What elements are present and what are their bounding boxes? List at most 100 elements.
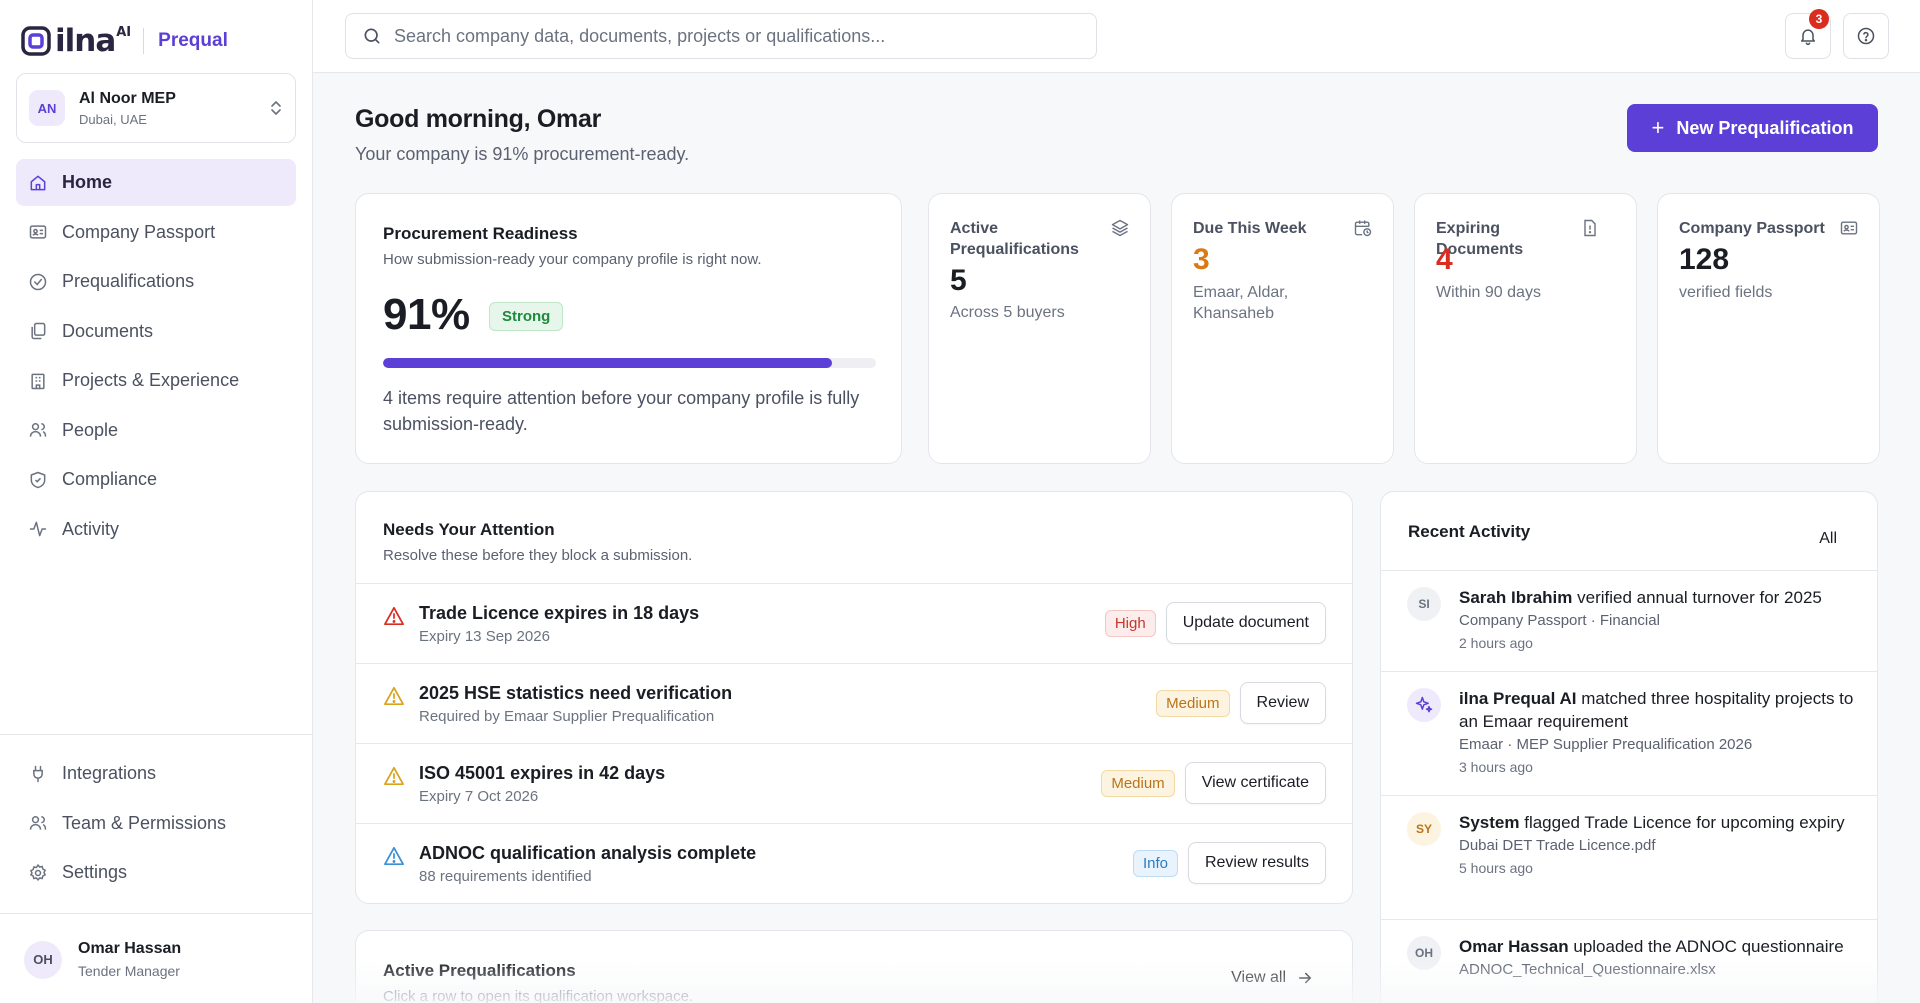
info-triangle-icon — [384, 846, 404, 866]
company-location: Dubai, UAE — [79, 111, 147, 127]
search-box[interactable] — [345, 13, 1097, 59]
chevron-up-down-icon — [271, 101, 281, 115]
attention-subtitle: Expiry 7 Oct 2026 — [419, 788, 539, 805]
notification-count-badge: 3 — [1809, 9, 1829, 29]
stat-sub: Emaar, Aldar, Khansaheb — [1193, 284, 1289, 322]
layers-icon — [1111, 219, 1129, 237]
activity-time: 5 hours ago — [1459, 860, 1533, 876]
nav-item-compliance[interactable]: Compliance — [16, 456, 296, 503]
people-icon — [29, 423, 47, 437]
company-name: Al Noor MEP — [79, 89, 176, 107]
help-button[interactable] — [1843, 13, 1889, 59]
ilna-logo-icon — [21, 26, 51, 56]
attention-title: Trade Licence expires in 18 days — [419, 603, 700, 623]
page-greeting: Good morning, Omar — [355, 105, 601, 133]
stat-card-due-this-week[interactable]: Due This Week 3 Emaar, Aldar, Khansaheb — [1171, 193, 1394, 464]
nav-item-projects[interactable]: Projects & Experience — [16, 357, 296, 404]
nav-item-people[interactable]: People — [16, 407, 296, 454]
stat-label: Company Passport — [1679, 220, 1825, 237]
stat-card-expiring-documents[interactable]: Expiring Documents 4 Within 90 days — [1414, 193, 1637, 464]
severity-badge: Medium — [1156, 689, 1230, 717]
attention-row[interactable]: ISO 45001 expires in 42 days Expiry 7 Oc… — [356, 743, 1352, 823]
nav-item-activity[interactable]: Activity — [16, 506, 296, 553]
activity-item[interactable]: OH Omar Hassan uploaded the ADNOC questi… — [1381, 919, 1877, 1003]
attention-subtitle: 88 requirements identified — [419, 868, 592, 885]
stat-card-company-passport[interactable]: Company Passport 128 verified fields — [1657, 193, 1880, 464]
view-certificate-button[interactable]: View certificate — [1184, 762, 1326, 804]
activity-actor: System — [1459, 813, 1520, 832]
new-prequalification-button[interactable]: + New Prequalification — [1627, 104, 1878, 152]
section-title: Active Prequalifications — [383, 961, 576, 980]
nav-label: Settings — [62, 862, 128, 882]
review-button[interactable]: Review — [1239, 682, 1326, 724]
stat-value: 3 — [1193, 243, 1210, 276]
activity-avatar: SI — [1407, 587, 1441, 621]
nav-label: Projects & Experience — [62, 370, 240, 390]
stat-sub: Across 5 buyers — [950, 304, 1065, 321]
readiness-note: 4 items require attention before your co… — [383, 388, 860, 434]
nav-item-prequalifications[interactable]: Prequalifications — [16, 258, 296, 305]
nav-label: Documents — [62, 320, 154, 341]
procurement-readiness-card: Procurement Readiness How submission-rea… — [355, 193, 902, 464]
readiness-percent: 91% — [383, 290, 470, 339]
user-name: Omar Hassan — [78, 940, 182, 957]
readiness-progress-fill — [383, 358, 832, 368]
help-icon — [1857, 27, 1875, 45]
sidebar-divider — [0, 734, 313, 735]
user-role: Tender Manager — [78, 963, 180, 979]
activity-text: flagged Trade Licence for upcoming expir… — [1524, 813, 1845, 832]
nav-item-team-permissions[interactable]: Team & Permissions — [16, 800, 296, 847]
new-prequalification-label: New Prequalification — [1676, 117, 1854, 138]
search-icon — [364, 28, 380, 44]
company-switcher[interactable]: AN Al Noor MEP Dubai, UAE — [16, 73, 296, 143]
stat-sub: verified fields — [1679, 284, 1773, 301]
file-alert-icon — [1584, 219, 1596, 237]
stat-card-active-prequalifications[interactable]: Active Prequalifications 5 Across 5 buye… — [928, 193, 1151, 464]
id-card-icon — [1840, 221, 1858, 235]
recent-activity-card: Recent Activity All SI Sarah Ibrahim ver… — [1380, 491, 1878, 1003]
nav-item-integrations[interactable]: Integrations — [16, 750, 296, 797]
attention-row[interactable]: ADNOC qualification analysis complete 88… — [356, 823, 1352, 903]
notifications-button[interactable]: 3 — [1785, 9, 1831, 59]
stat-value: 5 — [950, 264, 967, 297]
plus-icon: + — [1651, 115, 1665, 140]
search-input[interactable] — [394, 25, 1074, 47]
stat-value: 4 — [1436, 243, 1453, 276]
stat-value: 128 — [1679, 243, 1730, 276]
nav-label: Compliance — [62, 469, 158, 489]
view-all-link[interactable]: View all — [1231, 969, 1314, 987]
user-profile[interactable]: OH Omar Hassan Tender Manager — [24, 940, 181, 979]
active-prequalifications-card: Active Prequalifications Click a row to … — [355, 930, 1353, 1003]
activity-item[interactable]: SY System flagged Trade Licence for upco… — [1381, 795, 1877, 919]
activity-context: Company Passport · Financial — [1459, 612, 1660, 629]
team-icon — [29, 816, 47, 830]
nav-label: Home — [62, 172, 113, 192]
update-document-button[interactable]: Update document — [1165, 602, 1326, 644]
user-avatar: OH — [24, 940, 62, 979]
activity-icon — [29, 521, 47, 537]
nav-item-documents[interactable]: Documents — [16, 308, 296, 355]
activity-actor: Omar Hassan — [1459, 937, 1569, 956]
attention-row[interactable]: 2025 HSE statistics need verification Re… — [356, 663, 1352, 743]
review-results-button[interactable]: Review results — [1187, 842, 1326, 884]
activity-item[interactable]: ilna Prequal AI matched three hospitalit… — [1381, 671, 1877, 795]
section-subtitle: Click a row to open its qualification wo… — [383, 988, 694, 1003]
activity-filter-all[interactable]: All — [1819, 530, 1837, 548]
attention-row[interactable]: Trade Licence expires in 18 days Expiry … — [356, 583, 1352, 663]
nav-item-settings[interactable]: Settings — [16, 849, 296, 896]
attention-subtitle: Expiry 13 Sep 2026 — [419, 628, 550, 645]
activity-item[interactable]: SI Sarah Ibrahim verified annual turnove… — [1381, 570, 1877, 671]
activity-text: verified annual turnover for 2025 — [1577, 588, 1822, 607]
attention-title: ISO 45001 expires in 42 days — [419, 763, 666, 783]
nav-item-home[interactable]: Home — [16, 159, 296, 206]
activity-avatar: OH — [1407, 936, 1441, 970]
nav-item-company-passport[interactable]: Company Passport — [16, 209, 296, 256]
shield-check-icon — [30, 471, 46, 488]
warning-icon — [384, 606, 404, 626]
sparkle-icon — [1415, 696, 1433, 713]
activity-context: Emaar · MEP Supplier Prequalification 20… — [1459, 736, 1753, 753]
attention-title: ADNOC qualification analysis complete — [419, 843, 757, 863]
check-circle-icon — [29, 273, 47, 290]
bell-icon — [1801, 29, 1815, 46]
brand-logo[interactable]: ilna AI Prequal — [20, 24, 228, 58]
